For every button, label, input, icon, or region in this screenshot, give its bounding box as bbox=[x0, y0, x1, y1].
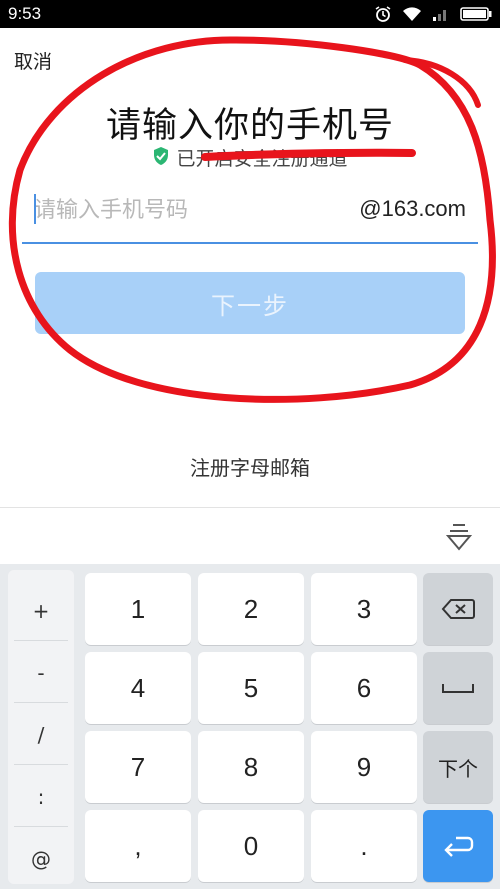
key-plus[interactable]: + bbox=[8, 580, 74, 642]
key-8[interactable]: 8 bbox=[198, 731, 304, 803]
space-key[interactable] bbox=[423, 652, 493, 724]
key-slash[interactable]: / bbox=[8, 704, 74, 766]
alarm-icon bbox=[374, 5, 392, 23]
key-4[interactable]: 4 bbox=[85, 652, 191, 724]
divider bbox=[14, 702, 68, 703]
hide-keyboard-icon[interactable] bbox=[445, 522, 473, 556]
page-title: 请输入你的手机号 bbox=[105, 106, 394, 146]
cancel-button[interactable]: 取消 bbox=[14, 47, 52, 74]
text-cursor bbox=[34, 194, 36, 224]
key-dot[interactable]: . bbox=[311, 810, 417, 882]
next-field-key[interactable]: 下个 bbox=[423, 731, 493, 803]
divider bbox=[14, 640, 68, 641]
key-7[interactable]: 7 bbox=[85, 731, 191, 803]
next-button[interactable]: 下一步 bbox=[35, 272, 465, 334]
phone-input[interactable] bbox=[34, 190, 334, 230]
space-icon bbox=[442, 684, 474, 693]
symbol-column: + - / : @ bbox=[8, 570, 74, 884]
secure-text: 已开启安全注册通道 bbox=[176, 148, 348, 170]
enter-icon bbox=[444, 836, 474, 857]
key-comma[interactable]: , bbox=[85, 810, 191, 882]
key-5[interactable]: 5 bbox=[198, 652, 304, 724]
status-bar: 9:53 bbox=[0, 0, 500, 28]
backspace-key[interactable] bbox=[423, 573, 493, 645]
key-2[interactable]: 2 bbox=[198, 573, 304, 645]
phone-field: @163.com bbox=[22, 180, 478, 244]
enter-key[interactable] bbox=[423, 810, 493, 882]
divider bbox=[14, 826, 68, 827]
battery-icon bbox=[460, 7, 492, 21]
numeric-keyboard: + - / : @ 1 2 3 4 5 6 7 8 9 下个 , 0 . bbox=[0, 564, 500, 889]
backspace-icon bbox=[441, 599, 475, 619]
keyboard-toolbar bbox=[0, 507, 500, 564]
key-6[interactable]: 6 bbox=[311, 652, 417, 724]
key-colon[interactable]: : bbox=[8, 766, 74, 828]
status-icons bbox=[374, 5, 492, 23]
key-1[interactable]: 1 bbox=[85, 573, 191, 645]
signal-icon bbox=[432, 6, 450, 22]
divider bbox=[14, 764, 68, 765]
email-domain: @163.com bbox=[359, 196, 466, 221]
key-3[interactable]: 3 bbox=[311, 573, 417, 645]
key-at[interactable]: @ bbox=[8, 828, 74, 889]
key-9[interactable]: 9 bbox=[311, 731, 417, 803]
key-minus[interactable]: - bbox=[8, 642, 74, 704]
status-time: 9:53 bbox=[8, 4, 42, 23]
key-0[interactable]: 0 bbox=[198, 810, 304, 882]
secure-notice: 已开启安全注册通道 bbox=[0, 144, 500, 171]
wifi-icon bbox=[402, 6, 422, 22]
shield-check-icon bbox=[152, 146, 170, 170]
register-letter-mailbox-link[interactable]: 注册字母邮箱 bbox=[0, 452, 500, 481]
